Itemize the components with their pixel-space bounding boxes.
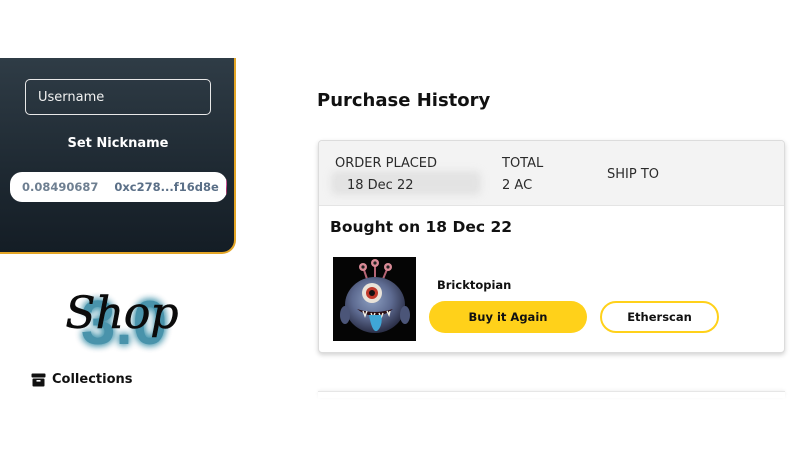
order-header: ORDER PLACED 18 Dec 22 TOTAL 2 AC SHIP T… — [319, 141, 784, 206]
set-nickname-button[interactable]: Set Nickname — [0, 136, 236, 151]
product-name: Bricktopian — [437, 278, 512, 292]
product-image[interactable] — [333, 257, 416, 341]
order-card: ORDER PLACED 18 Dec 22 TOTAL 2 AC SHIP T… — [318, 140, 785, 353]
total-label: TOTAL — [502, 156, 544, 171]
profile-panel: Set Nickname 0.08490687 0xc278...f16d8e — [0, 58, 236, 254]
etherscan-button[interactable]: Etherscan — [600, 301, 719, 333]
username-input[interactable] — [25, 79, 211, 115]
bought-on-heading: Bought on 18 Dec 22 — [330, 218, 513, 236]
buy-it-again-button[interactable]: Buy it Again — [429, 301, 587, 333]
box-icon — [31, 373, 46, 387]
order-placed-label: ORDER PLACED — [335, 156, 438, 171]
order-placed-value: 18 Dec 22 — [347, 178, 414, 193]
collections-label: Collections — [52, 372, 133, 387]
wallet-avatar-icon — [225, 179, 227, 195]
wallet-balance: 0.08490687 — [22, 180, 99, 194]
next-order-card-edge — [318, 391, 785, 398]
ship-to-label: SHIP TO — [607, 167, 660, 182]
shop-3-logo: 3.0 Shop — [62, 268, 186, 360]
page-title: Purchase History — [317, 90, 491, 111]
collections-link[interactable]: Collections — [31, 372, 133, 387]
total-value: 2 AC — [502, 178, 533, 193]
monster-nft-image — [333, 257, 416, 341]
wallet-address[interactable]: 0xc278...f16d8e — [114, 180, 218, 194]
wallet-pill[interactable]: 0.08490687 0xc278...f16d8e — [10, 172, 227, 202]
svg-text:Shop: Shop — [65, 288, 178, 339]
